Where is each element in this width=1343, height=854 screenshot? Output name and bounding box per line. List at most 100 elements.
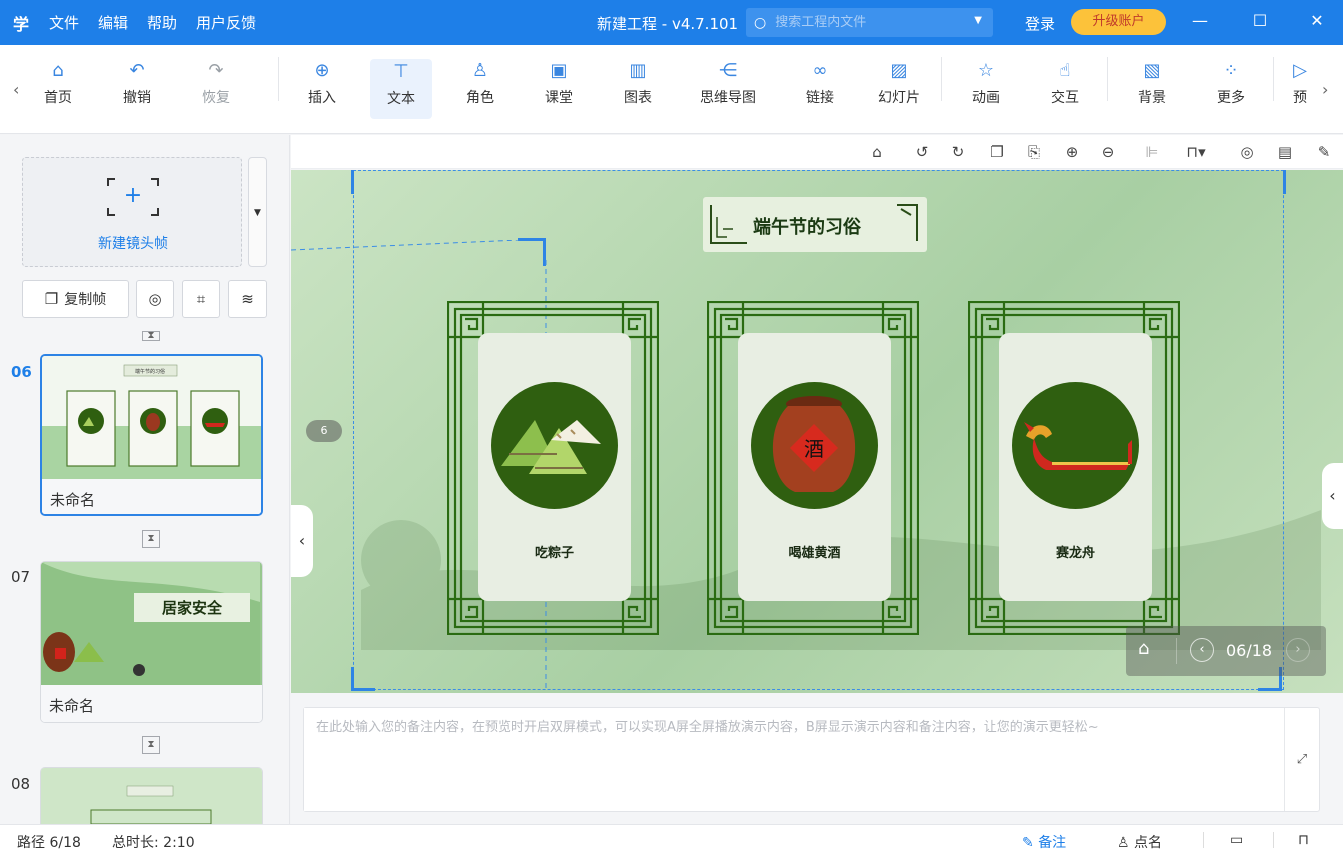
custom-card-body: 赛龙舟 — [999, 333, 1152, 601]
duration-status: 总时长: 2:10 — [112, 835, 195, 851]
tool-link[interactable]: ∞ 链接 — [789, 58, 851, 107]
toolbar-scroll-left-icon[interactable]: ‹ — [13, 80, 19, 99]
next-page-icon[interactable]: › — [1286, 638, 1310, 662]
frame-order-badge[interactable]: 6 — [306, 420, 342, 442]
add-frame-icon: + — [123, 183, 143, 208]
slide-thumbnail-06[interactable]: 端午节的习俗 未命名 — [40, 354, 263, 516]
path-icon: ≋ — [241, 290, 254, 308]
tool-animation[interactable]: ☆ 动画 — [955, 58, 1017, 107]
collapse-sidebar-icon[interactable]: ‹ — [291, 505, 313, 577]
copy-icon[interactable]: ❐ — [986, 141, 1008, 163]
close-icon[interactable]: ✕ — [1305, 9, 1329, 33]
home-icon: ⌂ — [52, 60, 64, 81]
slide-canvas[interactable]: 6 端午节的习俗 吃粽子 酒 喝雄黄酒 赛龙舟 — [291, 170, 1343, 693]
toolbar-divider — [278, 57, 279, 101]
expand-notes-icon[interactable]: ⤢ — [1284, 708, 1319, 811]
capture-frame-button[interactable]: ⌗ — [182, 280, 220, 318]
menu-file[interactable]: 文件 — [49, 12, 79, 33]
copy-frame-button[interactable]: ❐ 复制帧 — [22, 280, 129, 318]
upgrade-button[interactable]: 升级账户 — [1071, 9, 1166, 35]
rotate-right-icon[interactable]: ↻ — [947, 141, 969, 163]
person-icon: ♙ — [1117, 835, 1135, 851]
maximize-icon[interactable]: ☐ — [1248, 9, 1272, 33]
notes-panel: ⤢ — [291, 693, 1343, 824]
custom-card-zongzi[interactable]: 吃粽子 — [447, 301, 659, 635]
transition-icon[interactable]: ⧗ — [142, 736, 160, 754]
tool-more[interactable]: ⁘ 更多 — [1200, 58, 1262, 107]
tool-preview[interactable]: ▷ 预 — [1280, 58, 1320, 107]
notes-toggle-button[interactable]: ✎ 备注 — [1022, 832, 1066, 852]
snapshot-button[interactable]: ◎ — [136, 280, 174, 318]
classroom-icon: ▣ — [550, 60, 568, 81]
zongzi-illustration — [491, 382, 618, 509]
rotate-left-icon[interactable]: ↺ — [911, 141, 933, 163]
slide-name: 未命名 — [41, 685, 262, 722]
crop-icon: ⌗ — [196, 290, 206, 308]
custom-card-body: 酒 喝雄黄酒 — [738, 333, 891, 601]
tool-text[interactable]: ⊤ 文本 — [370, 59, 432, 119]
tool-slideshow[interactable]: ▨ 幻灯片 — [868, 58, 930, 107]
toolbar-scroll-right-icon[interactable]: › — [1322, 80, 1328, 99]
custom-label: 赛龙舟 — [1055, 546, 1095, 561]
new-frame-button[interactable]: + 新建镜头帧 — [22, 157, 242, 267]
undo-icon: ↶ — [129, 60, 145, 81]
record-icon[interactable]: ▤ — [1274, 141, 1296, 163]
menu-bar: 文件 编辑 帮助 用户反馈 — [49, 12, 275, 33]
menu-edit[interactable]: 编辑 — [98, 12, 128, 33]
slide-preview-art: 居家安全 — [41, 562, 260, 685]
edit-icon[interactable]: ✎ — [1313, 141, 1335, 163]
transition-icon[interactable]: ⧗ — [142, 331, 160, 341]
expand-right-panel-icon[interactable]: ‹ — [1322, 463, 1343, 529]
tool-redo[interactable]: ↷ 恢复 — [185, 58, 247, 107]
link-icon: ∞ — [812, 60, 828, 81]
app-logo-icon: 学 — [13, 14, 30, 34]
notes-box: ⤢ — [303, 707, 1320, 812]
tool-home[interactable]: ⌂ 首页 — [27, 58, 89, 107]
prev-page-icon[interactable]: ‹ — [1190, 638, 1214, 662]
search-icon: ○ — [754, 14, 767, 31]
tool-classroom[interactable]: ▣ 课堂 — [528, 58, 590, 107]
search-input[interactable] — [775, 15, 946, 30]
chart-icon: ▥ — [629, 60, 647, 81]
align-icon[interactable]: ⊫ — [1141, 141, 1163, 163]
menu-feedback[interactable]: 用户反馈 — [196, 12, 256, 33]
custom-label: 吃粽子 — [534, 546, 574, 561]
tool-undo[interactable]: ↶ 撤销 — [106, 58, 168, 107]
tool-mindmap[interactable]: ⋲ 思维导图 — [689, 58, 767, 107]
tool-background[interactable]: ▧ 背景 — [1121, 58, 1183, 107]
screen-icon[interactable]: ▭ — [1230, 832, 1243, 848]
tool-chart[interactable]: ▥ 图表 — [607, 58, 669, 107]
menu-help[interactable]: 帮助 — [147, 12, 177, 33]
slide-preview-art: 端午节的习俗 — [42, 356, 261, 479]
search-box[interactable]: ○ ▼ — [746, 8, 993, 37]
tool-role[interactable]: ♙ 角色 — [449, 58, 511, 107]
search-dropdown-icon[interactable]: ▼ — [974, 15, 982, 26]
home-view-icon[interactable]: ⌂ — [866, 141, 888, 163]
login-button[interactable]: 登录 — [1025, 13, 1055, 34]
home-icon[interactable]: ⌂ — [1138, 638, 1149, 659]
tool-insert[interactable]: ⊕ 插入 — [291, 58, 353, 107]
canvas-toolbar: ⌂ ↺ ↻ ❐ ⎘ ⊕ ⊖ ⊫ ⊓▾ ◎ ▤ ✎ — [291, 135, 1343, 169]
zoom-out-icon[interactable]: ⊖ — [1097, 141, 1119, 163]
main-toolbar: ‹ ⌂ 首页 ↶ 撤销 ↷ 恢复 ⊕ 插入 ⊤ 文本 ♙ 角色 ▣ 课堂 ▥ 图表 ⋲ 思维导图 … — [0, 45, 1343, 134]
toolbar-divider — [1273, 57, 1274, 101]
notes-input[interactable] — [304, 708, 1284, 811]
rollcall-button[interactable]: ♙ 点名 — [1117, 832, 1162, 852]
minimize-icon[interactable]: — — [1188, 9, 1212, 33]
custom-card-dragon-boat[interactable]: 赛龙舟 — [968, 301, 1180, 635]
slide-thumbnail-07[interactable]: 居家安全 未命名 — [40, 561, 263, 723]
transition-icon[interactable]: ⧗ — [142, 530, 160, 548]
path-button[interactable]: ≋ — [228, 280, 267, 318]
text-icon: ⊤ — [393, 61, 409, 82]
custom-card-realgar-wine[interactable]: 酒 喝雄黄酒 — [707, 301, 919, 635]
zoom-in-icon[interactable]: ⊕ — [1061, 141, 1083, 163]
lock-icon[interactable]: ⊓ — [1298, 832, 1309, 848]
custom-card-body: 吃粽子 — [478, 333, 631, 601]
paste-icon[interactable]: ⎘ — [1023, 141, 1045, 163]
slide-thumbnail-08[interactable] — [40, 767, 263, 825]
screenshot-icon[interactable]: ◎ — [1236, 141, 1258, 163]
new-frame-dropdown-icon[interactable]: ▼ — [248, 157, 267, 267]
tool-interaction[interactable]: ☝ 交互 — [1034, 58, 1096, 107]
lock-dropdown-icon[interactable]: ⊓▾ — [1179, 141, 1213, 163]
slide-title-card[interactable]: 端午节的习俗 — [703, 197, 927, 252]
